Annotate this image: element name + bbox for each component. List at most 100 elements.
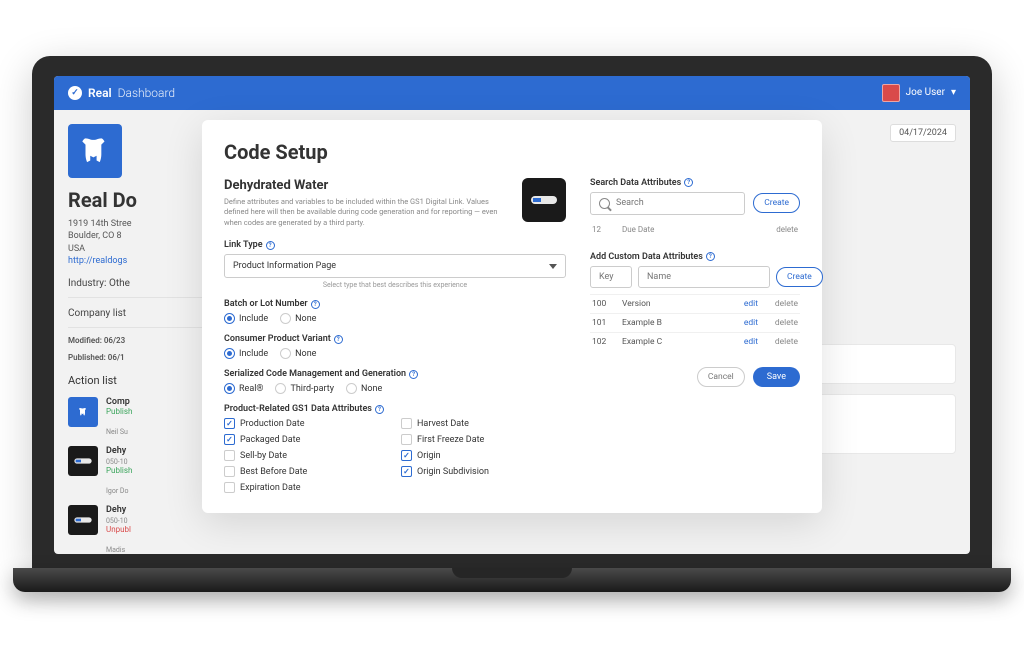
company-logo [68, 124, 122, 178]
gs1-checkbox-option[interactable]: Packaged Date [224, 434, 389, 445]
brand[interactable]: ✓ Real Dashboard [68, 86, 175, 100]
checkbox-icon [401, 434, 412, 445]
search-attributes-label: Search Data Attributes [590, 178, 800, 188]
info-icon[interactable] [409, 370, 418, 379]
checkbox-icon [224, 450, 235, 461]
serialized-thirdparty-radio[interactable]: Third-party [275, 383, 333, 394]
topbar: ✓ Real Dashboard Joe User ▾ [54, 76, 970, 110]
custom-attribute-row: 100 Version edit delete [590, 294, 800, 313]
link-type-value: Product Information Page [233, 261, 336, 271]
variant-none-radio[interactable]: None [280, 348, 316, 359]
item-status: Publish [106, 407, 132, 416]
item-thumbnail [68, 505, 98, 535]
item-subtitle: 050-10 [106, 458, 132, 466]
serialized-label: Serialized Code Management and Generatio… [224, 369, 566, 379]
gs1-checkbox-option[interactable]: Expiration Date [224, 482, 389, 493]
delete-link[interactable]: delete [758, 337, 798, 347]
cancel-button[interactable]: Cancel [697, 367, 745, 387]
item-subtitle: 050-10 [106, 517, 131, 525]
item-author: Neil Su [106, 428, 132, 436]
edit-link[interactable]: edit [728, 318, 758, 328]
batch-include-radio[interactable]: Include [224, 313, 268, 324]
chevron-down-icon: ▾ [951, 87, 956, 98]
product-image [522, 178, 566, 222]
custom-name-input[interactable] [638, 266, 770, 288]
gs1-checkbox-option[interactable]: Production Date [224, 418, 389, 429]
laptop-mockup: ✓ Real Dashboard Joe User ▾ Real Do [32, 56, 992, 592]
link-type-hint: Select type that best describes this exp… [224, 281, 566, 289]
row-id: 102 [592, 337, 622, 347]
checkbox-label: Expiration Date [240, 483, 301, 493]
variant-label: Consumer Product Variant [224, 334, 566, 344]
batch-label: Batch or Lot Number [224, 299, 566, 309]
serialized-real-radio[interactable]: Real® [224, 383, 263, 394]
user-avatar-icon [882, 84, 900, 102]
save-button[interactable]: Save [753, 367, 800, 387]
create-search-attr-button[interactable]: Create [753, 193, 800, 213]
custom-attribute-row: 101 Example B edit delete [590, 313, 800, 332]
gs1-checkbox-option[interactable]: First Freeze Date [401, 434, 566, 445]
checkbox-icon [401, 466, 412, 477]
checkbox-label: Production Date [240, 419, 305, 429]
info-icon[interactable] [334, 335, 343, 344]
product-name: Dehydrated Water [224, 178, 510, 193]
link-type-label: Link Type [224, 240, 566, 250]
custom-attributes-label: Add Custom Data Attributes [590, 252, 800, 262]
serialized-none-radio[interactable]: None [346, 383, 382, 394]
company-website-link[interactable]: http://realdogs [68, 256, 127, 266]
create-custom-attr-button[interactable]: Create [776, 267, 823, 287]
variant-include-radio[interactable]: Include [224, 348, 268, 359]
item-status: Publish [106, 466, 132, 475]
checkbox-label: First Freeze Date [417, 435, 484, 445]
gs1-label: Product-Related GS1 Data Attributes [224, 404, 566, 414]
item-title: Dehy [106, 505, 131, 515]
user-menu[interactable]: Joe User ▾ [882, 84, 956, 102]
laptop-screen: ✓ Real Dashboard Joe User ▾ Real Do [32, 56, 992, 568]
row-name: Example C [622, 337, 728, 347]
modal-title: Code Setup [224, 140, 800, 164]
item-author: Madis [106, 546, 131, 554]
laptop-base [13, 568, 1011, 592]
batch-none-radio[interactable]: None [280, 313, 316, 324]
row-id: 101 [592, 318, 622, 328]
delete-link[interactable]: delete [758, 318, 798, 328]
row-name: Example B [622, 318, 728, 328]
link-type-select[interactable]: Product Information Page [224, 254, 566, 278]
edit-link[interactable]: edit [728, 299, 758, 309]
info-icon[interactable] [375, 405, 384, 414]
chevron-down-icon [549, 264, 557, 269]
info-icon[interactable] [311, 300, 320, 309]
row-id: 100 [592, 299, 622, 309]
gs1-checkbox-option[interactable]: Origin [401, 450, 566, 461]
brand-subtitle: Dashboard [118, 86, 175, 100]
checkbox-icon [401, 418, 412, 429]
checkbox-label: Harvest Date [417, 419, 469, 429]
modal-right-column: Search Data Attributes Create [590, 178, 800, 494]
gs1-checkbox-option[interactable]: Harvest Date [401, 418, 566, 429]
gs1-checkbox-option[interactable]: Origin Subdivision [401, 466, 566, 477]
custom-key-input[interactable] [590, 266, 632, 288]
info-icon[interactable] [684, 178, 693, 187]
product-description: Define attributes and variables to be in… [224, 197, 510, 229]
delete-link[interactable]: delete [758, 299, 798, 309]
code-setup-modal: Code Setup Dehydrated Water Define attri… [202, 120, 822, 514]
search-results-header: 12 Due Date delete [590, 221, 800, 238]
checkbox-icon [401, 450, 412, 461]
checkbox-label: Best Before Date [240, 467, 307, 477]
checkbox-label: Packaged Date [240, 435, 300, 445]
custom-attribute-row: 102 Example C edit delete [590, 332, 800, 351]
info-icon[interactable] [266, 241, 275, 250]
checkbox-label: Sell-by Date [240, 451, 287, 461]
checkbox-label: Origin [417, 451, 441, 461]
search-input[interactable] [616, 198, 736, 208]
gs1-checkbox-option[interactable]: Best Before Date [224, 466, 389, 477]
item-title: Comp [106, 397, 132, 407]
info-icon[interactable] [706, 252, 715, 261]
date-display: 04/17/2024 [890, 124, 956, 142]
item-status: Unpubl [106, 525, 131, 534]
search-input-wrapper[interactable] [590, 192, 745, 215]
edit-link[interactable]: edit [728, 337, 758, 347]
gs1-checkbox-option[interactable]: Sell-by Date [224, 450, 389, 461]
brand-check-icon: ✓ [68, 86, 82, 100]
app-window: ✓ Real Dashboard Joe User ▾ Real Do [54, 76, 970, 554]
